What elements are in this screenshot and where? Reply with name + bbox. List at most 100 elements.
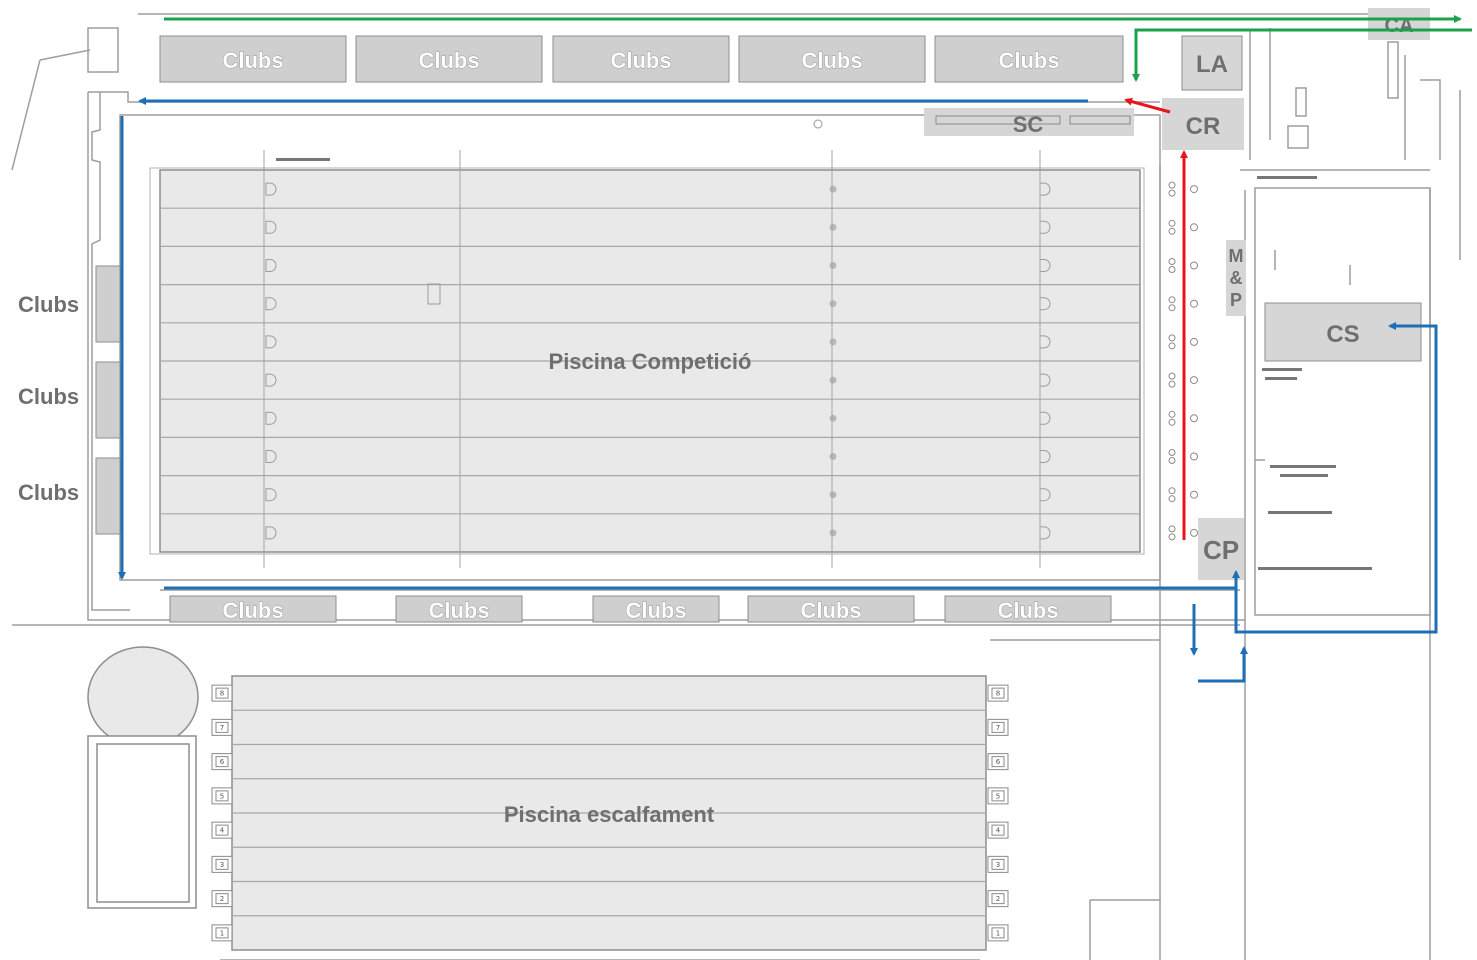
starting-block <box>1168 457 1176 464</box>
lane-number: 1 <box>220 929 224 937</box>
clubs-label: Clubs <box>18 384 79 409</box>
starting-block <box>1168 495 1176 503</box>
starting-block <box>1190 223 1198 232</box>
lane-number: 3 <box>220 861 224 869</box>
zone-mp-amp: & <box>1230 268 1243 288</box>
lane-midpoint <box>829 529 837 537</box>
starting-block <box>1168 372 1176 380</box>
clubs-block: Clubs <box>355 35 543 83</box>
lane-number: 5 <box>996 792 1000 800</box>
starting-block <box>1190 452 1198 461</box>
clubs-block: Clubs <box>738 35 926 83</box>
lane-midpoint <box>829 185 837 193</box>
starting-block <box>1168 449 1176 456</box>
lane-number: 1 <box>996 929 1000 937</box>
starting-block <box>1168 181 1176 189</box>
jacuzzi <box>87 646 199 909</box>
zone-ca: CA <box>1368 8 1430 40</box>
clubs-label: Clubs <box>610 48 671 73</box>
starting-block <box>1168 334 1176 342</box>
clubs-label: Clubs <box>418 48 479 73</box>
clubs-label: Clubs <box>222 48 283 73</box>
clubs-label: Clubs <box>625 598 686 623</box>
lane-number: 5 <box>220 792 224 800</box>
lane-number: 3 <box>996 861 1000 869</box>
lane-number: 2 <box>220 895 224 903</box>
clubs-block: Clubs <box>552 35 730 83</box>
lane-number: 4 <box>220 827 225 835</box>
starting-block <box>1168 266 1176 273</box>
starting-block <box>1168 380 1176 388</box>
zone-cs-label: CS <box>1326 321 1359 348</box>
zone-sc: SC <box>924 108 1134 137</box>
lane-midpoint <box>829 453 837 460</box>
starting-block <box>1190 185 1198 194</box>
clubs-label: Clubs <box>997 598 1058 623</box>
clubs-label: Clubs <box>801 48 862 73</box>
starting-block <box>1168 296 1176 304</box>
lane-number: 7 <box>996 724 1000 732</box>
lane-number: 8 <box>996 690 1000 698</box>
lane-midpoint <box>829 376 837 384</box>
warmup-pool: 8 8 7 7 6 6 5 5 4 4 3 3 2 2 1 1 Piscina escalfament <box>211 675 1009 951</box>
starting-block <box>1168 533 1176 541</box>
clubs-area-left: Clubs Clubs Clubs <box>18 265 121 535</box>
venue-floor-plan: Clubs Clubs Clubs Clubs Clubs Clubs Club… <box>11 8 1472 960</box>
clubs-label: Clubs <box>998 48 1059 73</box>
lane-midpoint <box>829 491 837 499</box>
lane-number: 6 <box>996 758 1001 766</box>
starting-block <box>1168 487 1176 495</box>
zone-mp-p: P <box>1230 290 1242 310</box>
lane-midpoint <box>829 338 837 346</box>
zone-la: LA <box>1181 35 1243 91</box>
competition-pool-label: Piscina Competició <box>549 349 752 374</box>
starting-block <box>1168 418 1176 426</box>
zone-cp: CP <box>1198 518 1244 580</box>
starting-block <box>1190 414 1198 423</box>
clubs-block: Clubs <box>395 595 523 623</box>
clubs-label: Clubs <box>18 480 79 505</box>
lane-number: 8 <box>220 690 224 698</box>
starting-block <box>1190 528 1198 537</box>
clubs-block: Clubs <box>159 35 347 83</box>
lane-number: 4 <box>996 827 1001 835</box>
clubs-label: Clubs <box>222 598 283 623</box>
clubs-block: Clubs <box>169 595 337 623</box>
starting-block <box>1190 299 1198 308</box>
zone-cr-label: CR <box>1186 113 1221 140</box>
starting-block <box>1168 219 1176 227</box>
clubs-block: Clubs <box>592 595 720 623</box>
zone-cp-label: CP <box>1203 535 1239 565</box>
starting-block <box>1168 525 1176 533</box>
lane-number: 2 <box>996 895 1000 903</box>
competition-pool: Piscina Competició <box>149 119 1145 568</box>
zone-mp-m: M <box>1229 246 1244 266</box>
starting-block <box>1168 410 1176 418</box>
clubs-label: Clubs <box>18 292 79 317</box>
clubs-label: Clubs <box>428 598 489 623</box>
lane-midpoint <box>829 262 837 269</box>
zone-mp: M & P <box>1226 240 1246 316</box>
starting-block <box>1168 304 1176 312</box>
lane-midpoint <box>829 223 837 231</box>
lane-number: 7 <box>220 724 224 732</box>
zone-cs: CS <box>1264 302 1422 362</box>
lane-number: 6 <box>220 758 225 766</box>
starting-block <box>1168 227 1176 235</box>
starting-block <box>1168 258 1176 265</box>
clubs-area-top: Clubs Clubs Clubs Clubs Clubs <box>159 35 1124 83</box>
lane-midpoint <box>829 300 837 308</box>
clubs-block: Clubs <box>747 595 915 623</box>
starting-block <box>1190 376 1198 385</box>
zone-cr: CR <box>1162 98 1244 150</box>
clubs-label: Clubs <box>800 598 861 623</box>
zone-la-label: LA <box>1196 51 1228 78</box>
starting-block <box>1190 261 1198 270</box>
starting-block <box>1168 189 1176 197</box>
clubs-block: Clubs <box>934 35 1124 83</box>
warmup-pool-label: Piscina escalfament <box>504 802 715 827</box>
starting-block <box>1168 342 1176 350</box>
lane-midpoint <box>829 414 837 422</box>
clubs-block: Clubs <box>944 595 1112 623</box>
starting-block <box>1190 337 1198 346</box>
